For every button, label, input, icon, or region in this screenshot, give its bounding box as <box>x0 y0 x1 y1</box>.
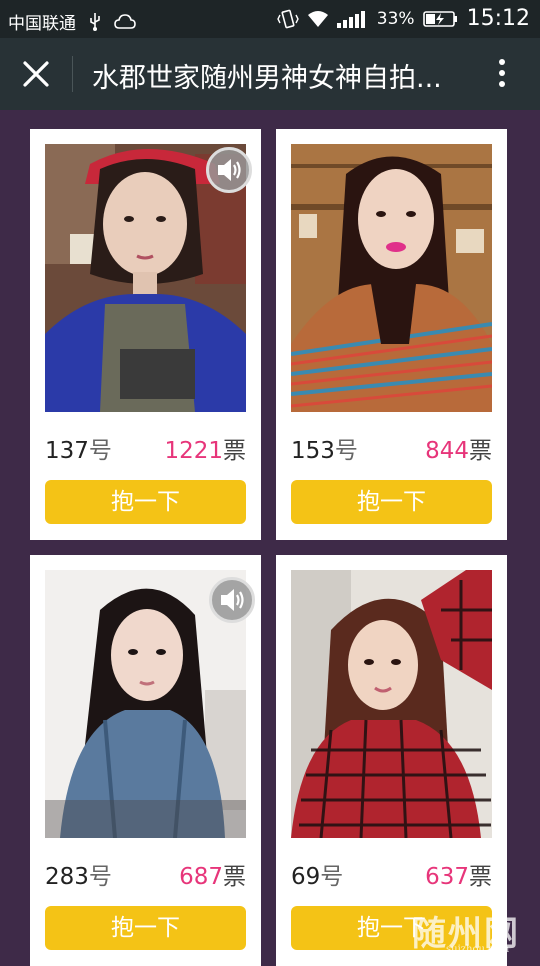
page-title: 水郡世家随州男神女神自拍... <box>92 63 442 94</box>
vote-count: 687票 <box>179 864 246 890</box>
app-bar-divider <box>72 56 73 92</box>
contestant-number: 283号 <box>45 864 112 890</box>
wifi-icon <box>307 10 328 27</box>
contestant-card[interactable]: 69号 637票 抱一下 <box>276 555 507 966</box>
vote-count: 1221票 <box>164 438 246 464</box>
vote-count: 637票 <box>425 864 492 890</box>
battery-percent: 33% <box>376 8 415 29</box>
close-button[interactable] <box>16 54 56 94</box>
audio-button[interactable] <box>209 577 255 623</box>
signal-icon <box>336 10 365 28</box>
vote-count: 844票 <box>425 438 492 464</box>
contestant-number: 137号 <box>45 438 112 464</box>
status-bar: 中国联通 33% 15:12 <box>0 0 540 38</box>
hug-button[interactable]: 抱一下 <box>291 480 492 524</box>
more-vert-icon <box>494 59 510 87</box>
site-watermark: 随州网 suizhou.com <box>412 914 520 955</box>
contestant-card[interactable]: 153号 844票 抱一下 <box>276 129 507 540</box>
more-menu-button[interactable] <box>494 56 510 92</box>
contestant-number: 69号 <box>291 864 344 890</box>
speaker-icon <box>218 159 241 181</box>
contestant-photo[interactable] <box>291 570 492 838</box>
contestant-card[interactable]: 137号 1221票 抱一下 <box>30 129 261 540</box>
hug-button[interactable]: 抱一下 <box>45 480 246 524</box>
contestant-card[interactable]: 283号 687票 抱一下 <box>30 555 261 966</box>
contestant-number: 153号 <box>291 438 358 464</box>
carrier-label: 中国联通 <box>8 14 76 34</box>
speaker-icon <box>221 589 244 611</box>
audio-button[interactable] <box>206 147 252 193</box>
app-bar: 水郡世家随州男神女神自拍... <box>0 38 540 110</box>
battery-charging-icon <box>422 10 457 27</box>
cloud-icon <box>114 13 136 29</box>
vibrate-icon <box>277 9 299 28</box>
close-icon <box>23 61 49 87</box>
hug-button[interactable]: 抱一下 <box>45 906 246 950</box>
contestant-photo[interactable] <box>291 144 492 412</box>
clock: 15:12 <box>466 6 530 31</box>
usb-icon <box>90 12 100 31</box>
